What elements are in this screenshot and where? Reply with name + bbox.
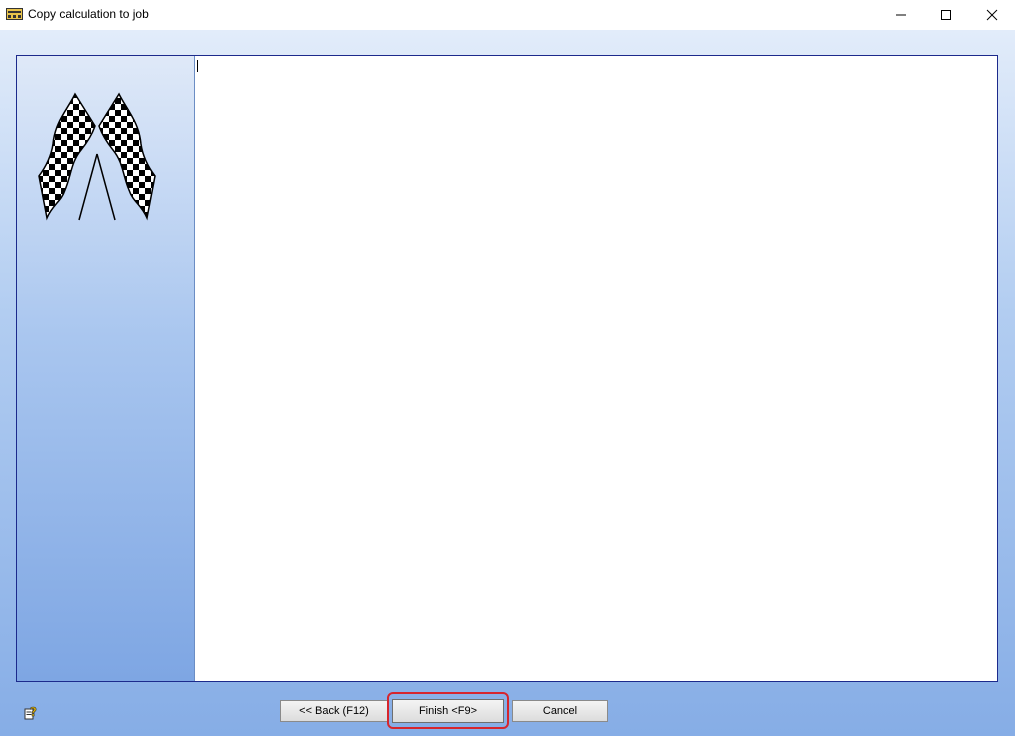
maximize-button[interactable] xyxy=(923,0,969,30)
window-title: Copy calculation to job xyxy=(28,7,149,21)
memo-textarea[interactable] xyxy=(195,56,997,681)
dialog-window: Copy calculation to job ? << Back (F12) … xyxy=(0,0,1015,736)
maximize-icon xyxy=(941,10,951,20)
close-button[interactable] xyxy=(969,0,1015,30)
minimize-icon xyxy=(896,14,906,16)
cancel-button[interactable]: Cancel xyxy=(512,700,608,722)
checkered-flags-icon xyxy=(38,92,156,221)
finish-button-highlight xyxy=(387,692,509,729)
content-frame xyxy=(16,55,998,682)
dialog-body: ? << Back (F12) Finish <F9> Cancel xyxy=(0,30,1015,736)
back-button[interactable]: << Back (F12) xyxy=(280,700,388,722)
svg-text:?: ? xyxy=(30,705,37,719)
text-caret xyxy=(197,60,198,72)
help-icon[interactable]: ? xyxy=(24,704,40,720)
title-bar: Copy calculation to job xyxy=(0,0,1015,30)
minimize-button[interactable] xyxy=(878,0,924,30)
side-panel xyxy=(17,56,195,681)
close-icon xyxy=(986,9,998,21)
app-icon xyxy=(6,8,23,20)
